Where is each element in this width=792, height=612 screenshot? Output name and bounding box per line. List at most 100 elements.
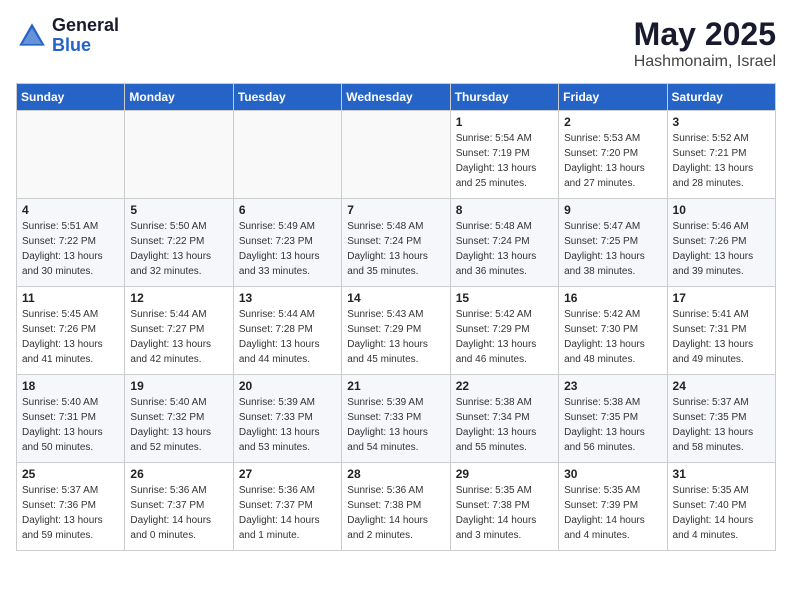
logo-general: General xyxy=(52,16,119,36)
calendar-cell: 7 Sunrise: 5:48 AM Sunset: 7:24 PM Daylig… xyxy=(342,199,450,287)
day-info: Sunrise: 5:39 AM Sunset: 7:33 PM Dayligh… xyxy=(239,395,336,455)
logo: General Blue xyxy=(16,16,119,56)
day-number: 3 xyxy=(673,115,770,129)
calendar-cell: 20Sunrise: 5:39 AM Sunset: 7:33 PM Dayli… xyxy=(233,375,341,463)
calendar-week-3: 11 Sunrise: 5:45 AM Sunset: 7:26 PM Dayli… xyxy=(17,287,776,375)
calendar-cell xyxy=(342,111,450,199)
calendar-cell: 17 Sunrise: 5:41 AM Sunset: 7:31 PM Dayli… xyxy=(667,287,775,375)
calendar-table: SundayMondayTuesdayWednesdayThursdayFrid… xyxy=(16,83,776,551)
day-info: Sunrise: 5:36 AM Sunset: 7:38 PM Dayligh… xyxy=(347,483,444,543)
day-number: 28 xyxy=(347,467,444,481)
calendar-cell: 11 Sunrise: 5:45 AM Sunset: 7:26 PM Dayli… xyxy=(17,287,125,375)
calendar-cell: 19 Sunrise: 5:40 AM Sunset: 7:32 PM Dayli… xyxy=(125,375,233,463)
day-info: Sunrise: 5:44 AM Sunset: 7:27 PM Dayligh… xyxy=(130,307,227,367)
day-number: 11 xyxy=(22,291,119,305)
day-info: Sunrise: 5:35 AM Sunset: 7:40 PM Dayligh… xyxy=(673,483,770,543)
day-info: Sunrise: 5:54 AM Sunset: 7:19 PM Dayligh… xyxy=(456,131,553,191)
calendar-cell: 21 Sunrise: 5:39 AM Sunset: 7:33 PM Dayli… xyxy=(342,375,450,463)
calendar-week-1: 1 Sunrise: 5:54 AM Sunset: 7:19 PM Daylig… xyxy=(17,111,776,199)
day-number: 19 xyxy=(130,379,227,393)
day-number: 25 xyxy=(22,467,119,481)
calendar-cell: 23 Sunrise: 5:38 AM Sunset: 7:35 PM Dayli… xyxy=(559,375,667,463)
header-saturday: Saturday xyxy=(667,84,775,111)
day-info: Sunrise: 5:38 AM Sunset: 7:35 PM Dayligh… xyxy=(564,395,661,455)
calendar-cell: 6 Sunrise: 5:49 AM Sunset: 7:23 PM Daylig… xyxy=(233,199,341,287)
calendar-cell: 9Sunrise: 5:47 AM Sunset: 7:25 PM Daylig… xyxy=(559,199,667,287)
day-info: Sunrise: 5:42 AM Sunset: 7:30 PM Dayligh… xyxy=(564,307,661,367)
day-info: Sunrise: 5:36 AM Sunset: 7:37 PM Dayligh… xyxy=(239,483,336,543)
day-info: Sunrise: 5:50 AM Sunset: 7:22 PM Dayligh… xyxy=(130,219,227,279)
day-info: Sunrise: 5:37 AM Sunset: 7:35 PM Dayligh… xyxy=(673,395,770,455)
calendar-cell: 22Sunrise: 5:38 AM Sunset: 7:34 PM Dayli… xyxy=(450,375,558,463)
calendar-cell: 29 Sunrise: 5:35 AM Sunset: 7:38 PM Dayli… xyxy=(450,463,558,551)
header-thursday: Thursday xyxy=(450,84,558,111)
header-wednesday: Wednesday xyxy=(342,84,450,111)
calendar-cell: 10 Sunrise: 5:46 AM Sunset: 7:26 PM Dayli… xyxy=(667,199,775,287)
calendar-cell: 14 Sunrise: 5:43 AM Sunset: 7:29 PM Dayli… xyxy=(342,287,450,375)
day-info: Sunrise: 5:45 AM Sunset: 7:26 PM Dayligh… xyxy=(22,307,119,367)
calendar-cell xyxy=(233,111,341,199)
day-info: Sunrise: 5:36 AM Sunset: 7:37 PM Dayligh… xyxy=(130,483,227,543)
calendar-cell: 18Sunrise: 5:40 AM Sunset: 7:31 PM Dayli… xyxy=(17,375,125,463)
day-number: 23 xyxy=(564,379,661,393)
day-number: 31 xyxy=(673,467,770,481)
day-number: 8 xyxy=(456,203,553,217)
day-info: Sunrise: 5:46 AM Sunset: 7:26 PM Dayligh… xyxy=(673,219,770,279)
day-number: 16 xyxy=(564,291,661,305)
calendar-cell: 13 Sunrise: 5:44 AM Sunset: 7:28 PM Dayli… xyxy=(233,287,341,375)
day-number: 7 xyxy=(347,203,444,217)
title-location: Hashmonaim, Israel xyxy=(634,53,776,71)
day-number: 27 xyxy=(239,467,336,481)
calendar-cell: 26 Sunrise: 5:36 AM Sunset: 7:37 PM Dayli… xyxy=(125,463,233,551)
title-block: May 2025 Hashmonaim, Israel xyxy=(634,16,776,71)
calendar-week-4: 18Sunrise: 5:40 AM Sunset: 7:31 PM Dayli… xyxy=(17,375,776,463)
day-number: 15 xyxy=(456,291,553,305)
day-info: Sunrise: 5:47 AM Sunset: 7:25 PM Dayligh… xyxy=(564,219,661,279)
day-info: Sunrise: 5:41 AM Sunset: 7:31 PM Dayligh… xyxy=(673,307,770,367)
day-number: 14 xyxy=(347,291,444,305)
calendar-cell: 3 Sunrise: 5:52 AM Sunset: 7:21 PM Daylig… xyxy=(667,111,775,199)
day-info: Sunrise: 5:48 AM Sunset: 7:24 PM Dayligh… xyxy=(347,219,444,279)
day-number: 10 xyxy=(673,203,770,217)
title-month: May 2025 xyxy=(634,16,776,53)
day-number: 30 xyxy=(564,467,661,481)
page-header: General Blue May 2025 Hashmonaim, Israel xyxy=(16,16,776,71)
day-number: 4 xyxy=(22,203,119,217)
day-number: 5 xyxy=(130,203,227,217)
calendar-header-row: SundayMondayTuesdayWednesdayThursdayFrid… xyxy=(17,84,776,111)
day-info: Sunrise: 5:49 AM Sunset: 7:23 PM Dayligh… xyxy=(239,219,336,279)
day-info: Sunrise: 5:37 AM Sunset: 7:36 PM Dayligh… xyxy=(22,483,119,543)
day-number: 29 xyxy=(456,467,553,481)
day-info: Sunrise: 5:35 AM Sunset: 7:38 PM Dayligh… xyxy=(456,483,553,543)
header-sunday: Sunday xyxy=(17,84,125,111)
calendar-cell: 25 Sunrise: 5:37 AM Sunset: 7:36 PM Dayli… xyxy=(17,463,125,551)
calendar-week-5: 25 Sunrise: 5:37 AM Sunset: 7:36 PM Dayli… xyxy=(17,463,776,551)
day-info: Sunrise: 5:35 AM Sunset: 7:39 PM Dayligh… xyxy=(564,483,661,543)
calendar-cell: 27 Sunrise: 5:36 AM Sunset: 7:37 PM Dayli… xyxy=(233,463,341,551)
day-info: Sunrise: 5:43 AM Sunset: 7:29 PM Dayligh… xyxy=(347,307,444,367)
day-number: 2 xyxy=(564,115,661,129)
day-number: 22 xyxy=(456,379,553,393)
day-number: 1 xyxy=(456,115,553,129)
calendar-cell xyxy=(125,111,233,199)
header-monday: Monday xyxy=(125,84,233,111)
calendar-cell: 31 Sunrise: 5:35 AM Sunset: 7:40 PM Dayli… xyxy=(667,463,775,551)
day-info: Sunrise: 5:39 AM Sunset: 7:33 PM Dayligh… xyxy=(347,395,444,455)
calendar-cell: 4Sunrise: 5:51 AM Sunset: 7:22 PM Daylig… xyxy=(17,199,125,287)
day-number: 18 xyxy=(22,379,119,393)
day-number: 17 xyxy=(673,291,770,305)
day-number: 13 xyxy=(239,291,336,305)
calendar-cell: 28 Sunrise: 5:36 AM Sunset: 7:38 PM Dayli… xyxy=(342,463,450,551)
day-number: 6 xyxy=(239,203,336,217)
day-info: Sunrise: 5:44 AM Sunset: 7:28 PM Dayligh… xyxy=(239,307,336,367)
day-info: Sunrise: 5:40 AM Sunset: 7:32 PM Dayligh… xyxy=(130,395,227,455)
day-number: 26 xyxy=(130,467,227,481)
day-info: Sunrise: 5:52 AM Sunset: 7:21 PM Dayligh… xyxy=(673,131,770,191)
header-friday: Friday xyxy=(559,84,667,111)
logo-text: General Blue xyxy=(52,16,119,56)
calendar-cell: 8Sunrise: 5:48 AM Sunset: 7:24 PM Daylig… xyxy=(450,199,558,287)
calendar-cell xyxy=(17,111,125,199)
calendar-cell: 30 Sunrise: 5:35 AM Sunset: 7:39 PM Dayli… xyxy=(559,463,667,551)
day-number: 21 xyxy=(347,379,444,393)
day-number: 24 xyxy=(673,379,770,393)
